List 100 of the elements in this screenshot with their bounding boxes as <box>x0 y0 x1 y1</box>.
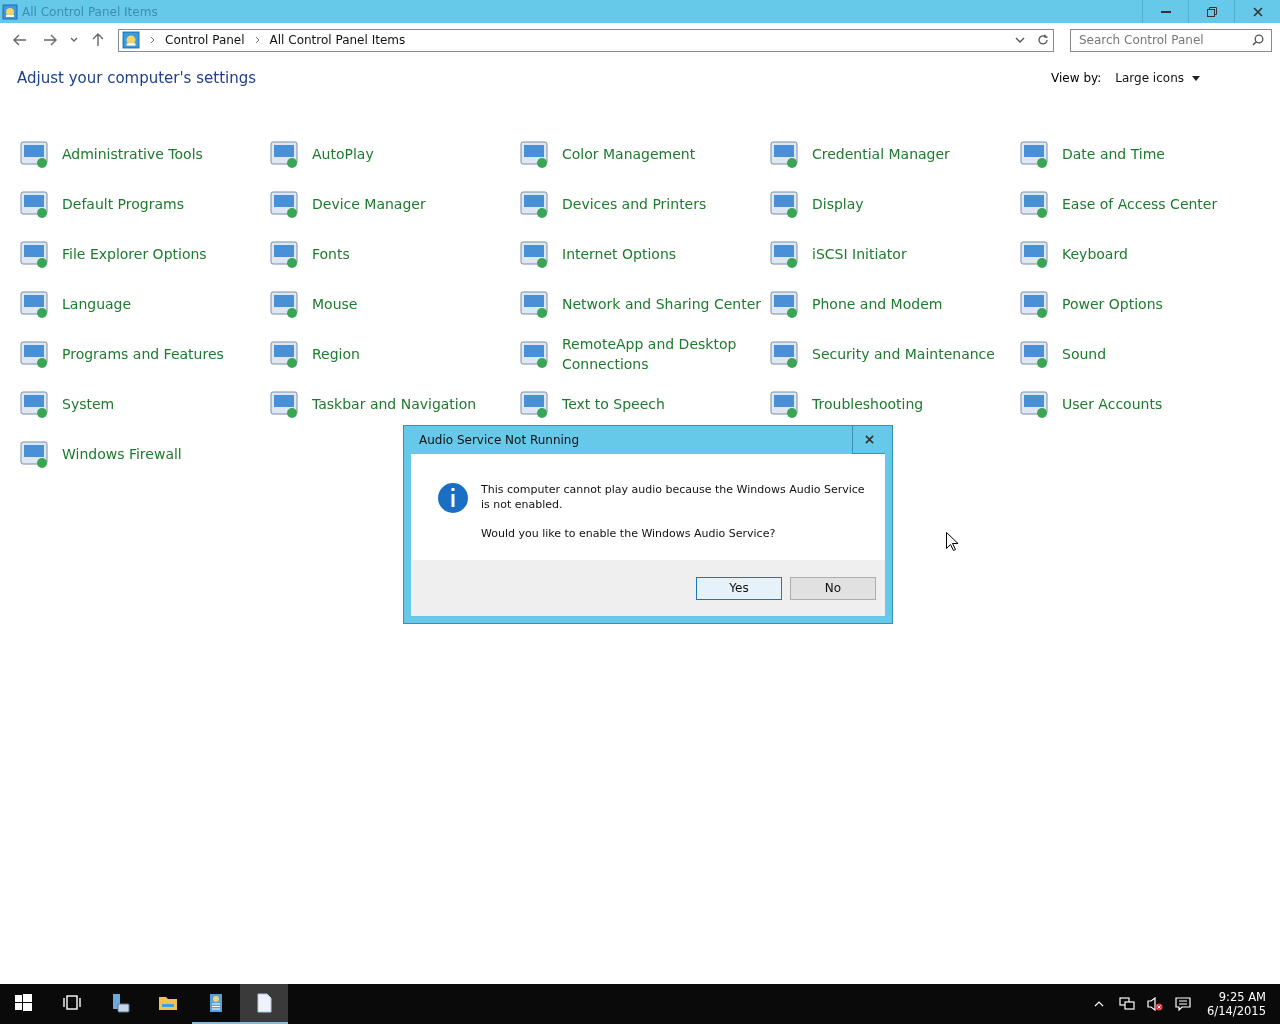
control-panel-item[interactable]: Credential Manager <box>768 129 1018 179</box>
control-panel-item[interactable]: Internet Options <box>518 229 768 279</box>
control-panel-item[interactable]: Default Programs <box>18 179 268 229</box>
applet-icon <box>518 188 550 220</box>
dialog-button[interactable]: Yes <box>696 576 782 600</box>
applet-icon <box>1018 138 1050 170</box>
view-by-dropdown[interactable]: Large icons <box>1115 71 1200 85</box>
applet-icon <box>18 388 50 420</box>
control-panel-item[interactable]: Keyboard <box>1018 229 1268 279</box>
control-panel-item[interactable]: Administrative Tools <box>18 129 268 179</box>
applet-icon <box>518 238 550 270</box>
control-panel-item[interactable]: Mouse <box>268 279 518 329</box>
control-panel-item[interactable]: Security and Maintenance <box>768 329 1018 379</box>
control-panel-item[interactable]: Display <box>768 179 1018 229</box>
dialog-message: This computer cannot play audio because the Windows Audio Service is not enabled. <box>481 482 865 512</box>
close-icon <box>1252 6 1263 17</box>
applet-icon <box>18 188 50 220</box>
applet-icon <box>268 288 300 320</box>
applet-icon <box>1018 338 1050 370</box>
applet-icon <box>268 238 300 270</box>
applet-icon <box>1018 388 1050 420</box>
applet-icon <box>768 388 800 420</box>
view-by-label: View by: <box>1051 71 1102 85</box>
dropdown-caret-icon <box>1015 37 1025 43</box>
control-panel-item[interactable]: Fonts <box>268 229 518 279</box>
dialog-button[interactable]: No <box>790 576 876 600</box>
control-panel-item[interactable]: Text to Speech <box>518 379 768 429</box>
control-panel-icon <box>122 31 140 49</box>
forward-arrow-icon <box>43 34 57 46</box>
applet-icon <box>268 338 300 370</box>
chevron-up-icon <box>1094 1001 1105 1007</box>
address-bar[interactable]: Control Panel All Control Panel Items <box>118 28 1054 52</box>
control-panel-item[interactable]: Programs and Features <box>18 329 268 379</box>
minimize-icon <box>1160 10 1171 13</box>
applet-icon <box>1018 288 1050 320</box>
control-panel-icon <box>2 3 18 20</box>
applet-icon <box>1018 238 1050 270</box>
control-panel-item[interactable]: Troubleshooting <box>768 379 1018 429</box>
search-field[interactable]: Search Control Panel <box>1070 28 1272 52</box>
chevron-icon <box>150 36 155 44</box>
restore-icon <box>1206 6 1217 17</box>
applet-icon <box>18 438 50 470</box>
mouse-cursor-icon <box>946 532 958 551</box>
refresh-icon <box>1037 34 1049 46</box>
caret-icon <box>70 37 78 43</box>
applet-icon <box>18 138 50 170</box>
control-panel-item[interactable]: Network and Sharing Center <box>518 279 768 329</box>
network-monitor-icon <box>1119 997 1136 1011</box>
applet-icon <box>18 338 50 370</box>
control-panel-item[interactable]: Phone and Modem <box>768 279 1018 329</box>
control-panel-item[interactable]: File Explorer Options <box>18 229 268 279</box>
control-panel-item[interactable]: Language <box>18 279 268 329</box>
task-view-icon <box>62 993 82 1013</box>
applet-icon <box>768 238 800 270</box>
control-panel-item[interactable]: Sound <box>1018 329 1268 379</box>
dialog-title: Audio Service Not Running <box>418 433 581 447</box>
applet-icon <box>1018 188 1050 220</box>
applet-icon <box>268 138 300 170</box>
control-panel-item[interactable]: Date and Time <box>1018 129 1268 179</box>
dialog-question: Would you like to enable the Windows Audio Service? <box>481 526 777 541</box>
applet-icon <box>518 388 550 420</box>
control-panel-item[interactable]: Ease of Access Center <box>1018 179 1268 229</box>
breadcrumb[interactable]: Control Panel <box>165 33 245 47</box>
control-panel-item[interactable]: Taskbar and Navigation <box>268 379 518 429</box>
breadcrumb[interactable]: All Control Panel Items <box>269 33 406 47</box>
applet-icon <box>768 338 800 370</box>
control-panel-item[interactable]: AutoPlay <box>268 129 518 179</box>
control-panel-item[interactable]: RemoteApp and Desktop Connections <box>518 329 768 379</box>
window-title: All Control Panel Items <box>22 4 159 19</box>
control-panel-item[interactable]: Region <box>268 329 518 379</box>
document-icon <box>254 993 274 1013</box>
applet-icon <box>18 288 50 320</box>
applet-icon <box>18 238 50 270</box>
control-panel-item[interactable]: Color Management <box>518 129 768 179</box>
control-panel-item[interactable]: Power Options <box>1018 279 1268 329</box>
info-icon <box>437 482 469 514</box>
control-panel-item[interactable]: Device Manager <box>268 179 518 229</box>
applet-icon <box>518 138 550 170</box>
caret-icon <box>1192 75 1200 81</box>
control-panel-item[interactable]: Devices and Printers <box>518 179 768 229</box>
applet-icon <box>268 188 300 220</box>
applet-icon <box>768 138 800 170</box>
applet-icon <box>768 188 800 220</box>
applet-icon <box>518 288 550 320</box>
control-panel-item[interactable]: User Accounts <box>1018 379 1268 429</box>
applet-icon <box>268 388 300 420</box>
speaker-muted-icon <box>1147 997 1164 1011</box>
server-toolbox-icon <box>110 993 130 1013</box>
clock[interactable]: 9:25 AM 6/14/2015 <box>1207 990 1266 1018</box>
control-panel-item[interactable]: Windows Firewall <box>18 429 268 479</box>
notification-icon <box>1175 997 1192 1011</box>
up-arrow-icon <box>92 33 104 47</box>
page-heading: Adjust your computer's settings <box>17 69 258 87</box>
close-icon <box>864 435 874 444</box>
applet-icon <box>518 338 550 370</box>
control-panel-item[interactable]: iSCSI Initiator <box>768 229 1018 279</box>
notepad-button[interactable] <box>240 984 288 1024</box>
applet-icon <box>768 288 800 320</box>
chevron-icon <box>254 36 260 44</box>
control-panel-item[interactable]: System <box>18 379 268 429</box>
